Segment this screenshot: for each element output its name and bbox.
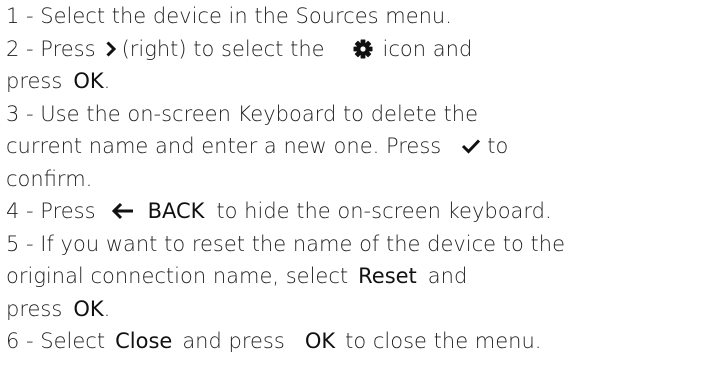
step-text: Select the device in the Sources menu. [40,4,452,28]
key-label-back: BACK [147,199,205,223]
step-3-line-2: current name and enter a new one. Press … [6,130,703,163]
key-label-ok: OK [73,296,104,321]
step-number: 2 - [6,36,41,61]
step-text: (right) to select the [121,36,325,61]
step-text: to close the menu. [345,329,542,353]
step-text: press [6,296,63,321]
step-number: 1 - [6,4,41,28]
step-text: . [103,296,111,321]
step-text: and press [182,329,285,353]
step-5-line-2: original connection name, select Reset a… [6,260,703,293]
step-text: icon and [382,36,473,61]
step-text: to [487,134,509,158]
step-text: confirm. [6,166,93,191]
step-1-line-1: 1 - Select the device in the Sources men… [6,0,703,33]
step-text: current name and enter a new one. Press [6,134,442,158]
step-text: If you want to reset the name of the dev… [40,231,565,256]
step-text: Select [40,329,106,353]
step-text: to hide the on-screen keyboard. [216,199,552,223]
step-text: original connection name, select [6,264,349,288]
step-2-line-1: 2 - Press (right) to select the icon and [6,33,703,66]
step-number: 4 - [6,199,41,223]
step-text: and [427,264,468,288]
instructions-document: 1 - Select the device in the Sources men… [6,0,703,358]
step-4-line-1: 4 - Press BACK to hide the on-screen key… [6,195,703,228]
step-text: press [6,69,63,93]
step-number: 3 - [6,101,41,126]
step-3-line-1: 3 - Use the on-screen Keyboard to delete… [6,98,703,131]
gear-icon [353,39,373,59]
step-number: 6 - [6,329,41,353]
step-3-line-3: confirm. [6,163,703,196]
step-text: Press [40,199,96,223]
key-label-ok: OK [73,69,104,93]
step-6-line-1: 6 - Select Close and press OK to close t… [6,325,703,358]
step-2-line-2: press OK . [6,65,703,98]
checkmark-icon [461,138,481,154]
key-label-close: Close [115,329,173,353]
step-5-line-1: 5 - If you want to reset the name of the… [6,228,703,261]
step-number: 5 - [6,231,41,256]
chevron-right-icon [106,41,116,57]
step-text: . [103,69,111,93]
arrow-left-icon [111,202,134,220]
key-label-ok: OK [304,329,336,353]
step-text: Press [40,36,96,61]
step-text: Use the on-screen Keyboard to delete the [40,101,479,126]
step-5-line-3: press OK . [6,293,703,326]
key-label-reset: Reset [358,264,417,288]
